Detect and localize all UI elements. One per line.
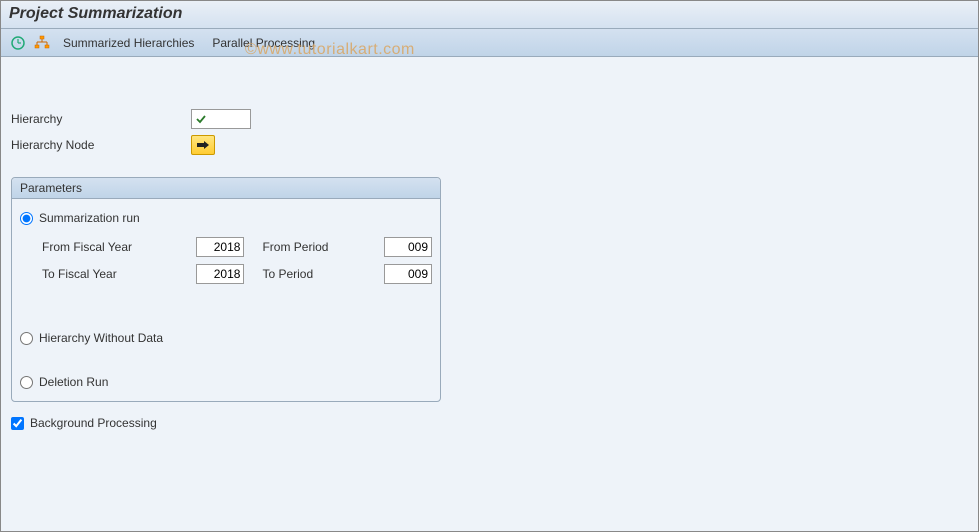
from-period-label: From Period xyxy=(244,240,384,254)
hierarchy-input[interactable] xyxy=(191,109,251,129)
hierarchy-row: Hierarchy xyxy=(11,107,968,131)
background-processing-checkbox[interactable] xyxy=(11,417,24,430)
summarization-sub-fields: From Fiscal Year From Period To Fiscal Y… xyxy=(42,227,432,303)
background-processing-label: Background Processing xyxy=(30,416,157,430)
hierarchy-node-row: Hierarchy Node xyxy=(11,133,968,157)
deletion-run-radio[interactable] xyxy=(20,376,33,389)
parallel-processing-link[interactable]: Parallel Processing xyxy=(206,36,321,50)
spacer xyxy=(20,303,432,329)
summarization-run-label: Summarization run xyxy=(39,211,140,225)
hierarchy-without-data-label: Hierarchy Without Data xyxy=(39,331,163,345)
to-period-input[interactable] xyxy=(384,264,432,284)
to-fiscal-year-label: To Fiscal Year xyxy=(42,267,196,281)
summarization-run-radio-row: Summarization run xyxy=(20,211,432,225)
header-fields: Hierarchy Hierarchy Node xyxy=(11,107,968,157)
to-fiscal-year-row: To Fiscal Year To Period xyxy=(42,262,432,286)
to-fiscal-year-input[interactable] xyxy=(196,264,244,284)
hierarchy-without-data-radio-row: Hierarchy Without Data xyxy=(20,331,432,345)
content-area: Hierarchy Hierarchy Node Parameters Summ… xyxy=(1,57,978,531)
hierarchy-node-selector-button[interactable] xyxy=(191,135,215,155)
summarization-run-radio[interactable] xyxy=(20,212,33,225)
from-fiscal-year-label: From Fiscal Year xyxy=(42,240,196,254)
spacer xyxy=(20,347,432,373)
hierarchy-label: Hierarchy xyxy=(11,112,191,126)
execute-icon[interactable] xyxy=(9,34,27,52)
page-title: Project Summarization xyxy=(9,5,970,23)
hierarchy-icon[interactable] xyxy=(33,34,51,52)
to-period-label: To Period xyxy=(244,267,384,281)
title-bar: Project Summarization xyxy=(1,1,978,29)
parameters-group-body: Summarization run From Fiscal Year From … xyxy=(12,199,440,401)
hierarchy-node-label: Hierarchy Node xyxy=(11,138,191,152)
from-period-input[interactable] xyxy=(384,237,432,257)
from-fiscal-year-input[interactable] xyxy=(196,237,244,257)
parameters-group: Parameters Summarization run From Fiscal… xyxy=(11,177,441,402)
summarized-hierarchies-link[interactable]: Summarized Hierarchies xyxy=(57,36,200,50)
hierarchy-without-data-radio[interactable] xyxy=(20,332,33,345)
deletion-run-radio-row: Deletion Run xyxy=(20,375,432,389)
background-processing-row: Background Processing xyxy=(11,416,968,430)
toolbar: Summarized Hierarchies Parallel Processi… xyxy=(1,29,978,57)
parameters-group-title: Parameters xyxy=(12,178,440,199)
deletion-run-label: Deletion Run xyxy=(39,375,108,389)
from-fiscal-year-row: From Fiscal Year From Period xyxy=(42,235,432,259)
